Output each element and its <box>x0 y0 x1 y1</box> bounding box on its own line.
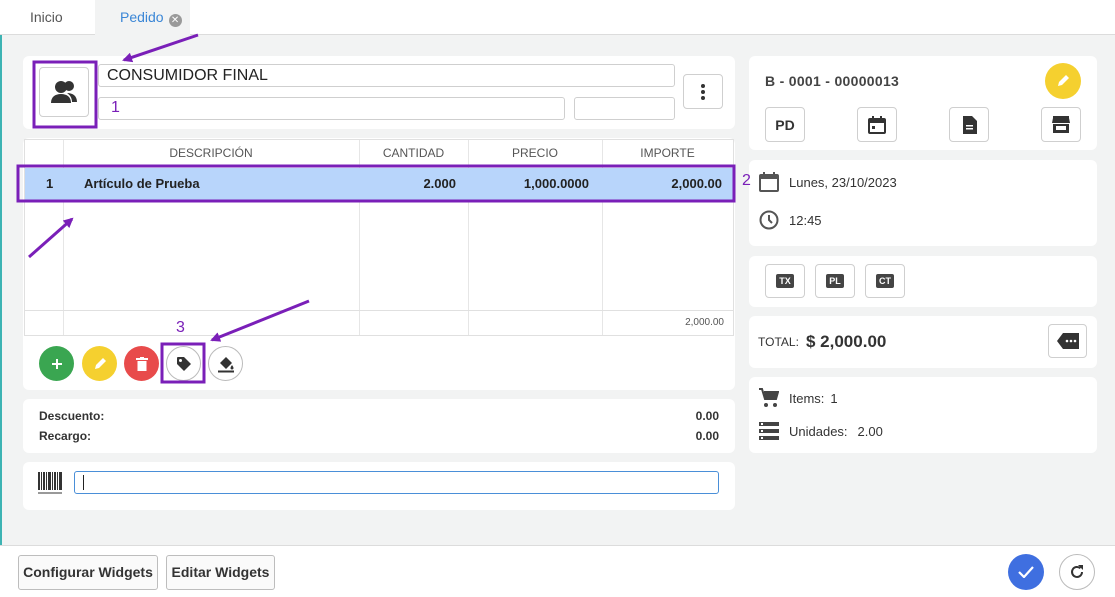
document-type-label: PD <box>775 116 795 133</box>
check-icon <box>1018 566 1034 578</box>
items-value: 1 <box>830 390 838 406</box>
barcode-card <box>23 462 735 510</box>
edit-item-button[interactable] <box>82 346 117 381</box>
discount-value: 0.00 <box>695 409 719 423</box>
time-text: 12:45 <box>789 212 822 228</box>
customer-card: CONSUMIDOR FINAL <box>23 56 735 129</box>
delete-item-button[interactable] <box>124 346 159 381</box>
tab-pedido[interactable]: Pedido ✕ <box>95 0 190 35</box>
items-card: DESCRIPCIÓN CANTIDAD PRECIO IMPORTE 1 Ar… <box>23 138 735 390</box>
customer-name-input[interactable]: CONSUMIDOR FINAL <box>98 64 675 87</box>
column-header-cantidad[interactable]: CANTIDAD <box>359 140 468 166</box>
store-icon <box>1052 116 1070 133</box>
document-number: B - 0001 - 00000013 <box>765 73 900 89</box>
more-vertical-icon <box>701 83 705 100</box>
table-row[interactable]: 1 Artículo de Prueba 2.000 1,000.0000 2,… <box>25 168 733 200</box>
list-icon <box>759 422 779 440</box>
column-header-descripcion[interactable]: DESCRIPCIÓN <box>63 140 359 166</box>
backspace-icon <box>1056 333 1079 349</box>
barcode-input[interactable] <box>74 471 719 494</box>
code-ct-button[interactable]: CT <box>865 264 905 298</box>
row-cantidad: 2.000 <box>423 176 456 191</box>
pencil-icon <box>1058 75 1069 86</box>
discount-tag-button[interactable] <box>166 346 201 381</box>
clock-icon <box>759 210 779 230</box>
total-value: $ 2,000.00 <box>806 332 887 351</box>
code-pl-label: PL <box>826 274 844 288</box>
code-pl-button[interactable]: PL <box>815 264 855 298</box>
header-divider <box>25 166 733 167</box>
datetime-card: Lunes, 23/10/2023 12:45 <box>749 160 1097 246</box>
fill-color-button[interactable] <box>208 346 243 381</box>
trash-icon <box>135 356 148 371</box>
barcode-icon <box>38 472 62 494</box>
code-tx-button[interactable]: TX <box>765 264 805 298</box>
plus-icon <box>51 358 62 369</box>
footer-divider <box>25 310 733 311</box>
paint-bucket-icon <box>217 356 234 372</box>
annotation-number-1: 1 <box>111 99 120 116</box>
document-card: B - 0001 - 00000013 PD <box>749 56 1097 150</box>
units-value: 2.00 <box>857 423 883 439</box>
backspace-button[interactable] <box>1048 324 1087 358</box>
surcharge-value: 0.00 <box>695 429 719 443</box>
customer-detail-input[interactable] <box>98 97 565 120</box>
document-icon <box>962 115 977 134</box>
date-row[interactable]: Lunes, 23/10/2023 <box>759 172 897 192</box>
bottom-bar: Configurar Widgets Editar Widgets <box>0 545 1115 597</box>
cart-icon <box>759 388 779 407</box>
code-tx-label: TX <box>776 274 794 288</box>
refresh-button[interactable] <box>1059 554 1095 590</box>
tag-icon <box>176 356 191 371</box>
items-stat: Items: 1 <box>759 388 838 408</box>
adjustments-card: Descuento: 0.00 Recargo: 0.00 <box>23 399 735 453</box>
close-tab-icon[interactable]: ✕ <box>168 14 182 27</box>
edit-document-button[interactable] <box>1045 63 1081 99</box>
row-number: 1 <box>46 176 54 191</box>
left-accent-bar <box>0 35 2 545</box>
annotation-number-2: 2 <box>742 172 751 189</box>
row-descripcion: Artículo de Prueba <box>84 176 200 191</box>
select-customer-button[interactable] <box>39 67 89 117</box>
column-header-precio[interactable]: PRECIO <box>468 140 602 166</box>
discount-label: Descuento: <box>39 409 105 423</box>
pencil-icon <box>94 357 106 369</box>
total-label: TOTAL: <box>758 335 799 349</box>
more-options-button[interactable] <box>683 74 723 109</box>
column-header-importe[interactable]: IMPORTE <box>602 140 733 166</box>
store-button[interactable] <box>1041 107 1081 142</box>
total-card: TOTAL: $ 2,000.00 <box>749 316 1097 368</box>
tab-bar: Inicio Pedido ✕ <box>0 0 1115 35</box>
row-importe: 2,000.00 <box>671 176 722 191</box>
refresh-icon <box>1071 565 1083 578</box>
document-button[interactable] <box>949 107 989 142</box>
calendar-icon <box>759 172 779 192</box>
annotation-number-3: 3 <box>176 319 185 336</box>
tab-inicio[interactable]: Inicio <box>16 0 77 35</box>
configure-widgets-button[interactable]: Configurar Widgets <box>18 555 158 590</box>
row-precio: 1,000.0000 <box>523 176 589 191</box>
codes-card: TX PL CT <box>749 256 1097 307</box>
items-grid: DESCRIPCIÓN CANTIDAD PRECIO IMPORTE 1 Ar… <box>24 139 734 336</box>
units-stat: Unidades: 2.00 <box>759 422 883 440</box>
stats-card: Items: 1 Unidades: 2.00 <box>749 377 1097 453</box>
surcharge-label: Recargo: <box>39 429 92 443</box>
customer-extra-input[interactable] <box>574 97 675 120</box>
tab-pedido-label: Pedido <box>120 9 164 25</box>
code-ct-label: CT <box>876 274 894 288</box>
edit-widgets-button[interactable]: Editar Widgets <box>166 555 275 590</box>
users-icon <box>51 81 77 103</box>
document-type-button[interactable]: PD <box>765 107 805 142</box>
units-label: Unidades: <box>789 423 848 439</box>
text-caret <box>83 475 84 490</box>
time-row[interactable]: 12:45 <box>759 210 822 230</box>
calendar-icon <box>868 115 886 134</box>
grid-footer-total: 2,000.00 <box>685 317 724 328</box>
items-label: Items: <box>789 390 825 406</box>
confirm-button[interactable] <box>1008 554 1044 590</box>
date-picker-button[interactable] <box>857 107 897 142</box>
date-text: Lunes, 23/10/2023 <box>789 174 897 190</box>
add-item-button[interactable] <box>39 346 74 381</box>
